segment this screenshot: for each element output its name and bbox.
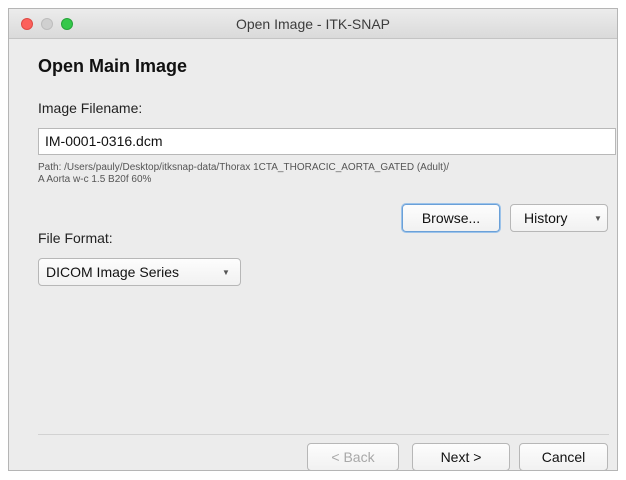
cancel-button[interactable]: Cancel bbox=[519, 443, 608, 470]
file-path-line-2: A Aorta w-c 1.5 B20f 60% bbox=[38, 174, 152, 185]
open-image-dialog: Open Image - ITK-SNAP Open Main Image Im… bbox=[8, 8, 618, 471]
chevron-down-icon: ▼ bbox=[594, 214, 602, 223]
title-bar[interactable]: Open Image - ITK-SNAP bbox=[9, 9, 617, 39]
page-title: Open Main Image bbox=[38, 56, 188, 76]
file-format-selected: DICOM Image Series bbox=[46, 264, 180, 280]
history-button[interactable]: History ▼ bbox=[510, 204, 608, 232]
image-filename-label: Image Filename: bbox=[38, 100, 143, 116]
chevron-down-icon: ▼ bbox=[222, 268, 230, 277]
file-format-select[interactable]: DICOM Image Series ▼ bbox=[38, 258, 241, 286]
image-filename-input[interactable]: IM-0001-0316.dcm bbox=[38, 128, 616, 155]
browse-button[interactable]: Browse... bbox=[402, 204, 500, 232]
next-button[interactable]: Next > bbox=[412, 443, 510, 470]
footer-divider bbox=[38, 434, 609, 435]
file-path-text: Path: /Users/pauly/Desktop/itksnap-data/… bbox=[38, 162, 608, 186]
window-title: Open Image - ITK-SNAP bbox=[235, 16, 391, 32]
file-path-line-1: Path: /Users/pauly/Desktop/itksnap-data/… bbox=[38, 162, 450, 173]
back-button[interactable]: < Back bbox=[307, 443, 399, 470]
file-format-label: File Format: bbox=[38, 230, 113, 246]
history-button-label: History bbox=[524, 210, 568, 226]
